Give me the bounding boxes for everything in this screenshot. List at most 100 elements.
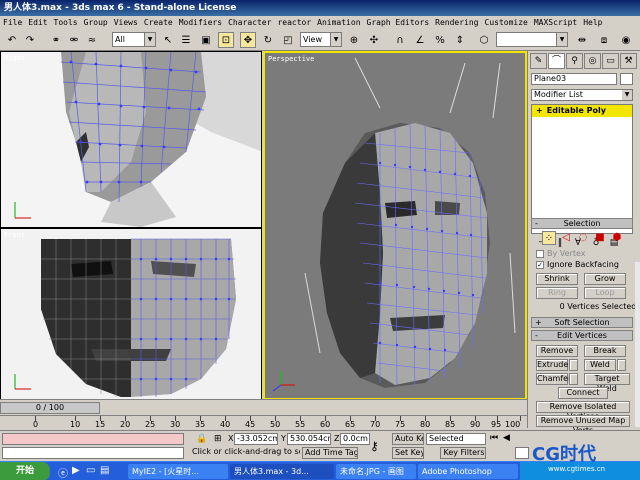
maxscript-listener[interactable] bbox=[2, 433, 184, 445]
selection-filter-dropdown[interactable]: All ▼ bbox=[112, 32, 156, 47]
reference-coord-dropdown[interactable]: View ▼ bbox=[300, 32, 342, 47]
chamfer-settings-button[interactable] bbox=[569, 373, 578, 385]
time-slider-track[interactable]: 0 / 100 bbox=[0, 399, 527, 415]
menu-maxscript[interactable]: MAXScript bbox=[534, 16, 577, 29]
z-coordinate-field[interactable]: 0.0cm bbox=[340, 433, 370, 445]
percent-snap-icon[interactable]: % bbox=[432, 32, 448, 48]
menu-rendering[interactable]: Rendering bbox=[435, 16, 478, 29]
create-tab-icon[interactable]: ✎ bbox=[530, 53, 547, 69]
folder-quicklaunch-icon[interactable]: ▤ bbox=[100, 465, 109, 476]
border-subobject-icon[interactable]: ◌ bbox=[576, 231, 590, 245]
display-tab-icon[interactable]: ▭ bbox=[602, 53, 619, 69]
chamfer-button[interactable]: Chamfer bbox=[536, 373, 571, 385]
selection-rollout-header[interactable]: - Selection bbox=[531, 218, 633, 229]
menu-group[interactable]: Group bbox=[84, 16, 108, 29]
bind-space-warp-icon[interactable]: ≈ bbox=[84, 32, 100, 48]
remove-unused-map-verts-button[interactable]: Remove Unused Map Verts bbox=[536, 415, 630, 435]
window-title-bar[interactable]: 男人体3.max - 3ds max 6 - Stand-alone Licen… bbox=[0, 0, 640, 16]
ring-button[interactable]: Ring bbox=[536, 287, 578, 299]
element-subobject-icon[interactable]: ⬢ bbox=[610, 231, 624, 245]
track-bar[interactable]: 0 10 15 20 25 30 35 40 45 50 55 60 65 70… bbox=[0, 415, 527, 429]
vertex-subobject-icon[interactable]: ⁘ bbox=[542, 231, 556, 245]
select-by-name-icon[interactable]: ☰ bbox=[178, 32, 194, 48]
taskbar-item-paint[interactable]: 未命名.JPG - 画图 bbox=[336, 464, 416, 479]
desktop-quicklaunch-icon[interactable]: ▭ bbox=[86, 465, 95, 476]
modifier-list-dropdown[interactable]: Modifier List ▼ bbox=[531, 89, 633, 101]
connect-button[interactable]: Connect bbox=[558, 387, 608, 399]
media-quicklaunch-icon[interactable]: ▶ bbox=[72, 465, 80, 476]
key-icon[interactable]: ⚷ bbox=[370, 439, 379, 453]
ie-quicklaunch-icon[interactable]: ⓔ bbox=[58, 465, 68, 480]
key-filters-button[interactable]: Key Filters bbox=[440, 447, 486, 459]
select-rotate-icon[interactable]: ↻ bbox=[260, 32, 276, 48]
named-selection-sets-dropdown[interactable]: ▼ bbox=[496, 32, 568, 47]
command-panel-scrollbar[interactable] bbox=[635, 262, 640, 427]
menu-modifiers[interactable]: Modifiers bbox=[179, 16, 222, 29]
taskbar-item-myie2[interactable]: MyIE2 - [火星时... bbox=[128, 464, 228, 479]
align-icon[interactable]: ⧈ bbox=[596, 32, 612, 48]
absolute-mode-icon[interactable]: ⊞ bbox=[214, 434, 222, 444]
set-key-button[interactable]: Set Key bbox=[392, 447, 424, 459]
spinner-snap-icon[interactable]: ⇕ bbox=[452, 32, 468, 48]
mirror-icon[interactable]: ⇹ bbox=[574, 32, 590, 48]
menu-create[interactable]: Create bbox=[144, 16, 173, 29]
weld-settings-button[interactable] bbox=[617, 359, 626, 371]
pivot-center-icon[interactable]: ⊕ bbox=[346, 32, 362, 48]
object-color-swatch[interactable] bbox=[620, 73, 633, 85]
y-coordinate-field[interactable]: 530.054cr bbox=[287, 433, 331, 445]
select-manipulate-icon[interactable]: ✣ bbox=[366, 32, 382, 48]
break-button[interactable]: Break bbox=[584, 345, 626, 357]
window-crossing-icon[interactable]: ⊡ bbox=[218, 32, 234, 48]
stack-item-editable-poly[interactable]: + Editable Poly bbox=[532, 105, 632, 117]
unlink-icon[interactable]: ⚮ bbox=[66, 32, 82, 48]
snap-toggle-icon[interactable]: ∩ bbox=[392, 32, 408, 48]
viewport-perspective[interactable]: Perspective bbox=[263, 51, 527, 400]
auto-key-button[interactable]: Auto Key bbox=[392, 433, 424, 445]
viewport-right[interactable]: Right bbox=[0, 51, 262, 228]
go-to-start-icon[interactable]: ⏮ bbox=[490, 433, 498, 443]
ignore-backfacing-checkbox[interactable]: ✓ Ignore Backfacing bbox=[536, 260, 619, 269]
menu-tools[interactable]: Tools bbox=[54, 16, 78, 29]
menu-customize[interactable]: Customize bbox=[485, 16, 528, 29]
link-icon[interactable]: ⚭ bbox=[48, 32, 64, 48]
object-name-field[interactable]: Plane03 bbox=[531, 73, 617, 85]
x-coordinate-field[interactable]: -33.052cm bbox=[234, 433, 278, 445]
modify-tab-icon[interactable]: ⌒ bbox=[548, 53, 565, 69]
extrude-button[interactable]: Extrude bbox=[536, 359, 568, 371]
key-mode-dropdown[interactable]: Selected bbox=[426, 433, 486, 445]
target-weld-button[interactable]: Target Weld bbox=[584, 373, 630, 393]
soft-selection-rollout-header[interactable]: + Soft Selection bbox=[531, 317, 633, 328]
menu-reactor[interactable]: reactor bbox=[277, 16, 311, 29]
material-editor-icon[interactable]: ◉ bbox=[618, 32, 634, 48]
menu-edit[interactable]: Edit bbox=[28, 16, 47, 29]
maxscript-output[interactable] bbox=[2, 447, 184, 459]
rectangle-region-icon[interactable]: ▣ bbox=[198, 32, 214, 48]
by-vertex-checkbox[interactable]: By Vertex bbox=[536, 249, 585, 258]
menu-animation[interactable]: Animation bbox=[317, 16, 360, 29]
taskbar-item-photoshop[interactable]: Adobe Photoshop bbox=[418, 464, 518, 479]
select-move-icon[interactable]: ✥ bbox=[240, 32, 256, 48]
menu-graph-editors[interactable]: Graph Editors bbox=[367, 16, 430, 29]
menu-views[interactable]: Views bbox=[114, 16, 138, 29]
current-frame-field[interactable] bbox=[515, 447, 529, 459]
undo-icon[interactable]: ↶ bbox=[4, 32, 20, 48]
polygon-subobject-icon[interactable]: ■ bbox=[593, 231, 607, 245]
expand-plus-icon[interactable]: + bbox=[536, 105, 544, 117]
extrude-settings-button[interactable] bbox=[569, 359, 578, 371]
remove-button[interactable]: Remove bbox=[536, 345, 578, 357]
menu-character[interactable]: Character bbox=[228, 16, 271, 29]
weld-button[interactable]: Weld bbox=[584, 359, 616, 371]
start-button[interactable]: 开始 bbox=[0, 462, 50, 480]
edit-vertices-rollout-header[interactable]: - Edit Vertices bbox=[531, 330, 633, 341]
loop-button[interactable]: Loop bbox=[584, 287, 626, 299]
previous-frame-icon[interactable]: ◀ bbox=[503, 433, 510, 443]
motion-tab-icon[interactable]: ◎ bbox=[584, 53, 601, 69]
hierarchy-tab-icon[interactable]: ⚲ bbox=[566, 53, 583, 69]
menu-help[interactable]: Help bbox=[583, 16, 602, 29]
remove-isolated-vertices-button[interactable]: Remove Isolated Vertices bbox=[536, 401, 630, 421]
select-scale-icon[interactable]: ◰ bbox=[280, 32, 296, 48]
add-time-tag-button[interactable]: Add Time Tag bbox=[302, 447, 358, 459]
named-selection-icon[interactable]: ⬡ bbox=[476, 32, 492, 48]
redo-icon[interactable]: ↷ bbox=[22, 32, 38, 48]
utilities-tab-icon[interactable]: ⚒ bbox=[620, 53, 637, 69]
